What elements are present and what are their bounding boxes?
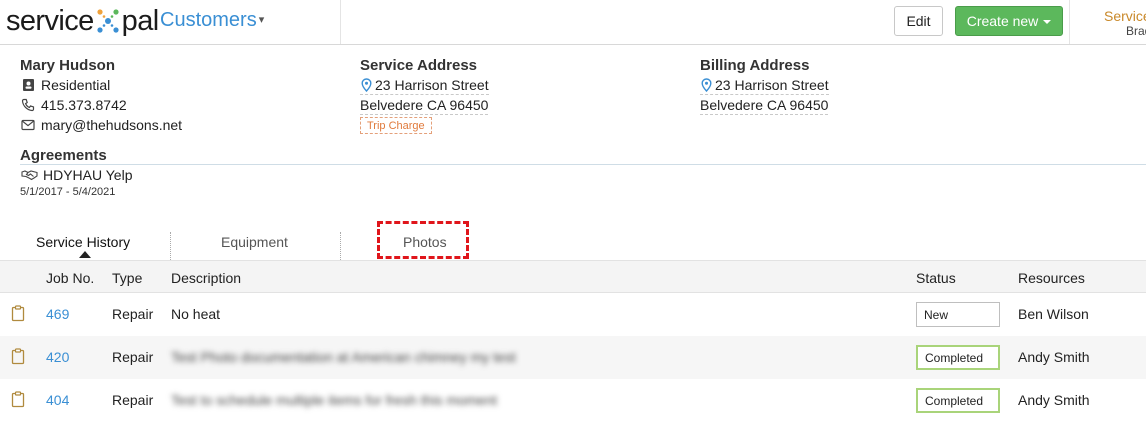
phone-icon xyxy=(20,97,36,113)
table-row[interactable]: 404 Repair Test to schedule multiple ite… xyxy=(0,379,1146,422)
chevron-down-icon: ▾ xyxy=(258,14,265,26)
job-type: Repair xyxy=(112,349,154,365)
tab-separator xyxy=(340,232,341,260)
column-header-resources[interactable]: Resources xyxy=(1018,270,1085,286)
status-badge: New xyxy=(916,302,1000,327)
billing-address-city[interactable]: Belvedere CA 96450 xyxy=(700,97,829,115)
job-resource: Ben Wilson xyxy=(1018,306,1089,322)
customer-name: Mary Hudson xyxy=(20,57,116,74)
top-bar: service pal Customers ▾ Edit Create new S… xyxy=(0,0,1146,45)
job-description: Test Photo documentation at American chi… xyxy=(171,349,516,365)
job-description: No heat xyxy=(171,306,221,322)
job-number-link[interactable]: 420 xyxy=(46,349,69,365)
active-tab-indicator xyxy=(79,251,91,258)
column-header-job[interactable]: Job No. xyxy=(46,270,94,286)
servicepal-logo[interactable]: service pal xyxy=(6,4,159,38)
agreement-dates: 5/1/2017 - 5/4/2021 xyxy=(20,186,116,198)
service-address-street-line[interactable]: 23 Harrison Street xyxy=(360,77,489,95)
section-title: Customers xyxy=(160,9,257,31)
envelope-icon xyxy=(20,117,36,133)
job-description: Test to schedule multiple items for fres… xyxy=(171,392,498,408)
tab-service-history[interactable]: Service History xyxy=(36,234,130,250)
create-new-button[interactable]: Create new xyxy=(955,6,1063,36)
photos-tab-highlight xyxy=(377,221,469,259)
service-address-city[interactable]: Belvedere CA 96450 xyxy=(360,97,489,115)
agreement-name: HDYHAU Yelp xyxy=(43,167,133,183)
table-row[interactable]: 469 Repair No heat New Ben Wilson xyxy=(0,293,1146,336)
map-pin-icon xyxy=(360,77,372,93)
agreements-title: Agreements xyxy=(20,147,107,164)
job-resource: Andy Smith xyxy=(1018,349,1090,365)
status-badge: Completed xyxy=(916,345,1000,370)
topbar-divider xyxy=(340,0,341,44)
trip-charge-badge: Trip Charge xyxy=(360,117,432,134)
customers-section-dropdown[interactable]: Customers ▾ xyxy=(160,9,264,32)
column-header-status[interactable]: Status xyxy=(916,270,956,286)
service-address-street: 23 Harrison Street xyxy=(375,77,489,93)
handshake-icon xyxy=(20,167,38,183)
billing-address-street-line[interactable]: 23 Harrison Street xyxy=(700,77,829,95)
job-type: Repair xyxy=(112,392,154,408)
clipboard-icon xyxy=(11,348,25,370)
billing-address-title: Billing Address xyxy=(700,57,810,74)
billing-address-street: 23 Harrison Street xyxy=(715,77,829,93)
topbar-divider xyxy=(1069,0,1070,44)
job-number-link[interactable]: 404 xyxy=(46,392,69,408)
agreements-divider xyxy=(20,164,1146,165)
tab-equipment[interactable]: Equipment xyxy=(221,234,288,250)
create-new-label: Create new xyxy=(966,13,1039,29)
customer-email[interactable]: mary@thehudsons.net xyxy=(41,117,182,133)
logo-text-right: pal xyxy=(121,4,160,37)
customer-email-line: mary@thehudsons.net xyxy=(20,117,182,133)
status-badge: Completed xyxy=(916,388,1000,413)
account-subtitle: Brad xyxy=(1126,24,1146,38)
job-number-link[interactable]: 469 xyxy=(46,306,69,322)
logo-text-left: service xyxy=(6,4,94,37)
customer-type: Residential xyxy=(41,77,111,93)
id-card-icon xyxy=(20,77,36,93)
column-header-type[interactable]: Type xyxy=(112,270,142,286)
clipboard-icon xyxy=(11,305,25,327)
customer-phone[interactable]: 415.373.8742 xyxy=(41,97,127,113)
table-row[interactable]: 420 Repair Test Photo documentation at A… xyxy=(0,336,1146,379)
caret-down-icon xyxy=(1043,20,1052,24)
map-pin-icon xyxy=(700,77,712,93)
edit-button[interactable]: Edit xyxy=(894,6,943,36)
table-header: Job No. Type Description Status Resource… xyxy=(0,260,1146,293)
clipboard-icon xyxy=(11,391,25,413)
agreement-line[interactable]: HDYHAU Yelp xyxy=(20,167,133,183)
column-header-description[interactable]: Description xyxy=(171,270,241,286)
customer-phone-line: 415.373.8742 xyxy=(20,97,127,113)
service-address-title: Service Address xyxy=(360,57,478,74)
tab-separator xyxy=(170,232,171,260)
account-title[interactable]: Service xyxy=(1104,8,1146,24)
logo-dots-icon xyxy=(97,9,119,33)
job-type: Repair xyxy=(112,306,154,322)
job-resource: Andy Smith xyxy=(1018,392,1090,408)
customer-type-line: Residential xyxy=(20,77,110,93)
